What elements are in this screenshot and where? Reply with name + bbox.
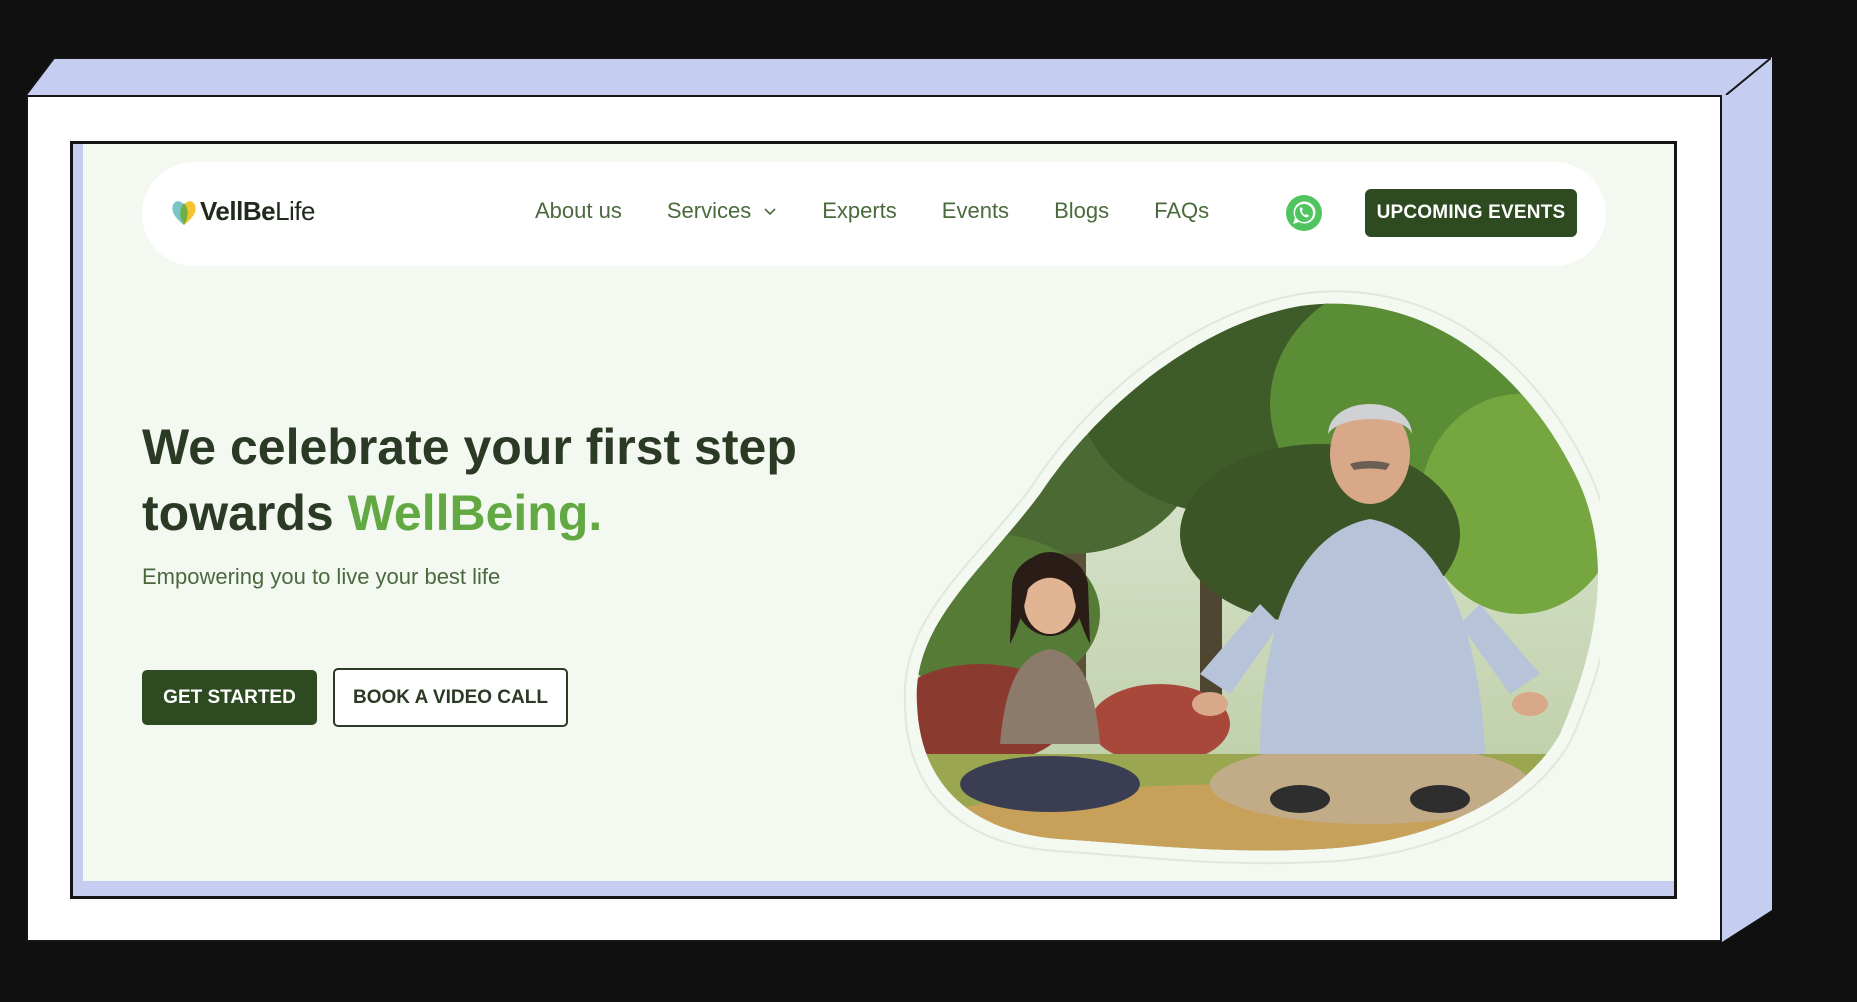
whatsapp-icon[interactable] bbox=[1284, 193, 1324, 233]
hero-subtitle: Empowering you to live your best life bbox=[142, 564, 501, 589]
nav-links: About us Services Experts Events Blogs F… bbox=[535, 198, 1254, 224]
get-started-button[interactable]: GET STARTED bbox=[142, 670, 317, 725]
brand-name: VellBeLife bbox=[200, 196, 315, 226]
book-video-call-button[interactable]: BOOK A VIDEO CALL bbox=[333, 668, 568, 727]
nav-events-label: Events bbox=[941, 198, 1010, 223]
navbar: VellBeLife About us Services Experts Eve… bbox=[142, 162, 1606, 266]
nav-about-us-label: About us bbox=[535, 198, 622, 223]
nav-faqs-label: FAQs bbox=[1154, 198, 1210, 223]
stage: VellBeLife About us Services Experts Eve… bbox=[0, 0, 1857, 1002]
nav-services[interactable]: Services bbox=[667, 198, 777, 224]
nav-blogs-label: Blogs bbox=[1054, 198, 1110, 223]
frame-box-side bbox=[1722, 57, 1772, 942]
nav-faqs[interactable]: FAQs bbox=[1154, 198, 1209, 224]
nav-experts-label: Experts bbox=[822, 198, 897, 223]
heart-leaf-logo-icon bbox=[172, 200, 196, 225]
hero-meditation-image bbox=[903, 290, 1600, 865]
frame-box-outline bbox=[26, 57, 1771, 95]
upcoming-events-button[interactable]: UPCOMING EVENTS bbox=[1365, 189, 1577, 237]
hero-title: We celebrate your first step towards Well… bbox=[142, 419, 797, 541]
nav-about-us[interactable]: About us bbox=[535, 198, 622, 224]
website-screen: VellBeLife About us Services Experts Eve… bbox=[83, 144, 1674, 881]
nav-services-label: Services bbox=[666, 198, 752, 223]
nav-blogs[interactable]: Blogs bbox=[1054, 198, 1109, 224]
nav-events[interactable]: Events bbox=[942, 198, 1009, 224]
brand-logo[interactable]: VellBeLife bbox=[170, 196, 315, 227]
nav-experts[interactable]: Experts bbox=[822, 198, 897, 224]
hero-title-accent: WellBeing. bbox=[347, 485, 603, 541]
chevron-down-icon bbox=[764, 208, 776, 216]
